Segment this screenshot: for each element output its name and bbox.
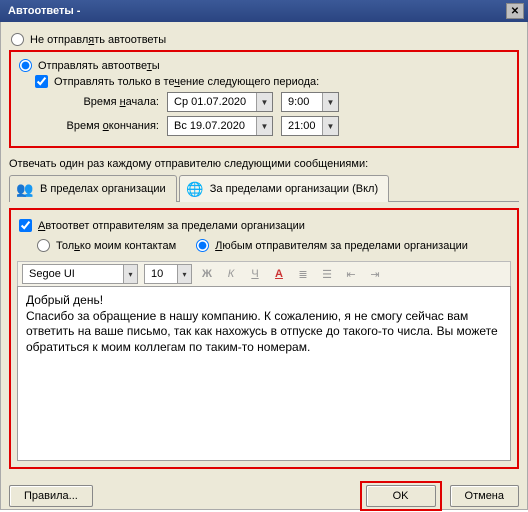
underline-button[interactable]: Ч (246, 265, 264, 283)
chevron-down-icon[interactable]: ▼ (256, 93, 272, 111)
ok-button[interactable]: OK (366, 485, 436, 507)
radio-dont-send-label: Не отправлять автоответы (30, 34, 166, 46)
cancel-button[interactable]: Отмена (450, 485, 519, 507)
format-toolbar: Segoe UI ▾ 10 ▾ Ж К Ч А ≣ ☰ ⇤ ⇥ (17, 261, 511, 286)
bold-button[interactable]: Ж (198, 265, 216, 283)
check-outside-enable[interactable] (19, 219, 32, 232)
font-size-value: 10 (145, 268, 177, 280)
radio-any-sender-label: Любым отправителям за пределами организа… (215, 240, 468, 252)
radio-send-label: Отправлять автоответы (38, 60, 160, 72)
tabs: 👥 В пределах организации 🌐 За пределами … (9, 174, 519, 202)
chevron-down-icon[interactable]: ▾ (123, 265, 137, 283)
radio-only-contacts-label: Только моим контактам (56, 240, 176, 252)
chevron-down-icon[interactable]: ▼ (322, 93, 338, 111)
tab-inside-label: В пределах организации (40, 183, 166, 195)
check-period[interactable] (35, 75, 48, 88)
window-title: Автоответы - (4, 5, 506, 17)
tab-outside-label: За пределами организации (Вкл) (210, 183, 378, 195)
font-family-value: Segoe UI (23, 268, 123, 280)
chevron-down-icon[interactable]: ▼ (256, 117, 272, 135)
check-period-label: Отправлять только в течение следующего п… (54, 76, 319, 88)
font-family-select[interactable]: Segoe UI ▾ (22, 264, 138, 284)
radio-only-contacts[interactable] (37, 239, 50, 252)
radio-send[interactable] (19, 59, 32, 72)
date-grid: Время начала: Ср 01.07.2020 ▼ 9:00 ▼ Вре… (47, 92, 511, 136)
font-size-select[interactable]: 10 ▾ (144, 264, 192, 284)
start-time-value: 9:00 (282, 96, 322, 108)
check-outside-enable-label: Автоответ отправителям за пределами орга… (38, 220, 305, 232)
check-period-row[interactable]: Отправлять только в течение следующего п… (33, 75, 511, 88)
end-time-value: 21:00 (282, 120, 322, 132)
start-date-value: Ср 01.07.2020 (168, 96, 256, 108)
highlight-outside-section: Автоответ отправителям за пределами орга… (9, 208, 519, 469)
numbering-icon[interactable]: ☰ (318, 265, 336, 283)
outdent-icon[interactable]: ⇤ (342, 265, 360, 283)
tab-inside-org[interactable]: 👥 В пределах организации (9, 175, 177, 202)
end-time-combo[interactable]: 21:00 ▼ (281, 116, 339, 136)
globe-icon: 🌐 (186, 180, 204, 198)
highlight-ok: OK (360, 481, 442, 511)
rules-button[interactable]: Правила... (9, 485, 93, 507)
start-label: Время начала: (47, 96, 167, 108)
radio-only-contacts-row[interactable]: Только моим контактам (35, 239, 176, 252)
highlight-send-section: Отправлять автоответы Отправлять только … (9, 50, 519, 148)
user-icon: 👥 (16, 180, 34, 198)
radio-any-sender[interactable] (196, 239, 209, 252)
chevron-down-icon[interactable]: ▼ (322, 117, 338, 135)
radio-any-sender-row[interactable]: Любым отправителям за пределами организа… (194, 239, 468, 252)
radio-dont-send-autoreplies[interactable]: Не отправлять автоответы (9, 33, 519, 46)
end-date-value: Вс 19.07.2020 (168, 120, 256, 132)
window-body: Не отправлять автоответы Отправлять авто… (0, 22, 528, 510)
message-editor[interactable]: Добрый день! Спасибо за обращение в нашу… (17, 286, 511, 461)
indent-icon[interactable]: ⇥ (366, 265, 384, 283)
radio-dont-send[interactable] (11, 33, 24, 46)
end-label: Время окончания: (47, 120, 167, 132)
bottom-bar: Правила... OK Отмена (9, 481, 519, 511)
start-time-combo[interactable]: 9:00 ▼ (281, 92, 339, 112)
section-label: Отвечать один раз каждому отправителю сл… (9, 158, 519, 170)
bullets-icon[interactable]: ≣ (294, 265, 312, 283)
font-color-button[interactable]: А (270, 265, 288, 283)
tab-outside-org[interactable]: 🌐 За пределами организации (Вкл) (179, 175, 389, 202)
titlebar: Автоответы - ✕ (0, 0, 528, 22)
close-icon[interactable]: ✕ (506, 3, 524, 19)
sub-radio-group: Только моим контактам Любым отправителям… (35, 236, 511, 255)
italic-button[interactable]: К (222, 265, 240, 283)
check-outside-enable-row[interactable]: Автоответ отправителям за пределами орга… (17, 219, 511, 232)
start-date-combo[interactable]: Ср 01.07.2020 ▼ (167, 92, 273, 112)
chevron-down-icon[interactable]: ▾ (177, 265, 191, 283)
radio-send-autoreplies[interactable]: Отправлять автоответы (17, 59, 511, 72)
end-date-combo[interactable]: Вс 19.07.2020 ▼ (167, 116, 273, 136)
